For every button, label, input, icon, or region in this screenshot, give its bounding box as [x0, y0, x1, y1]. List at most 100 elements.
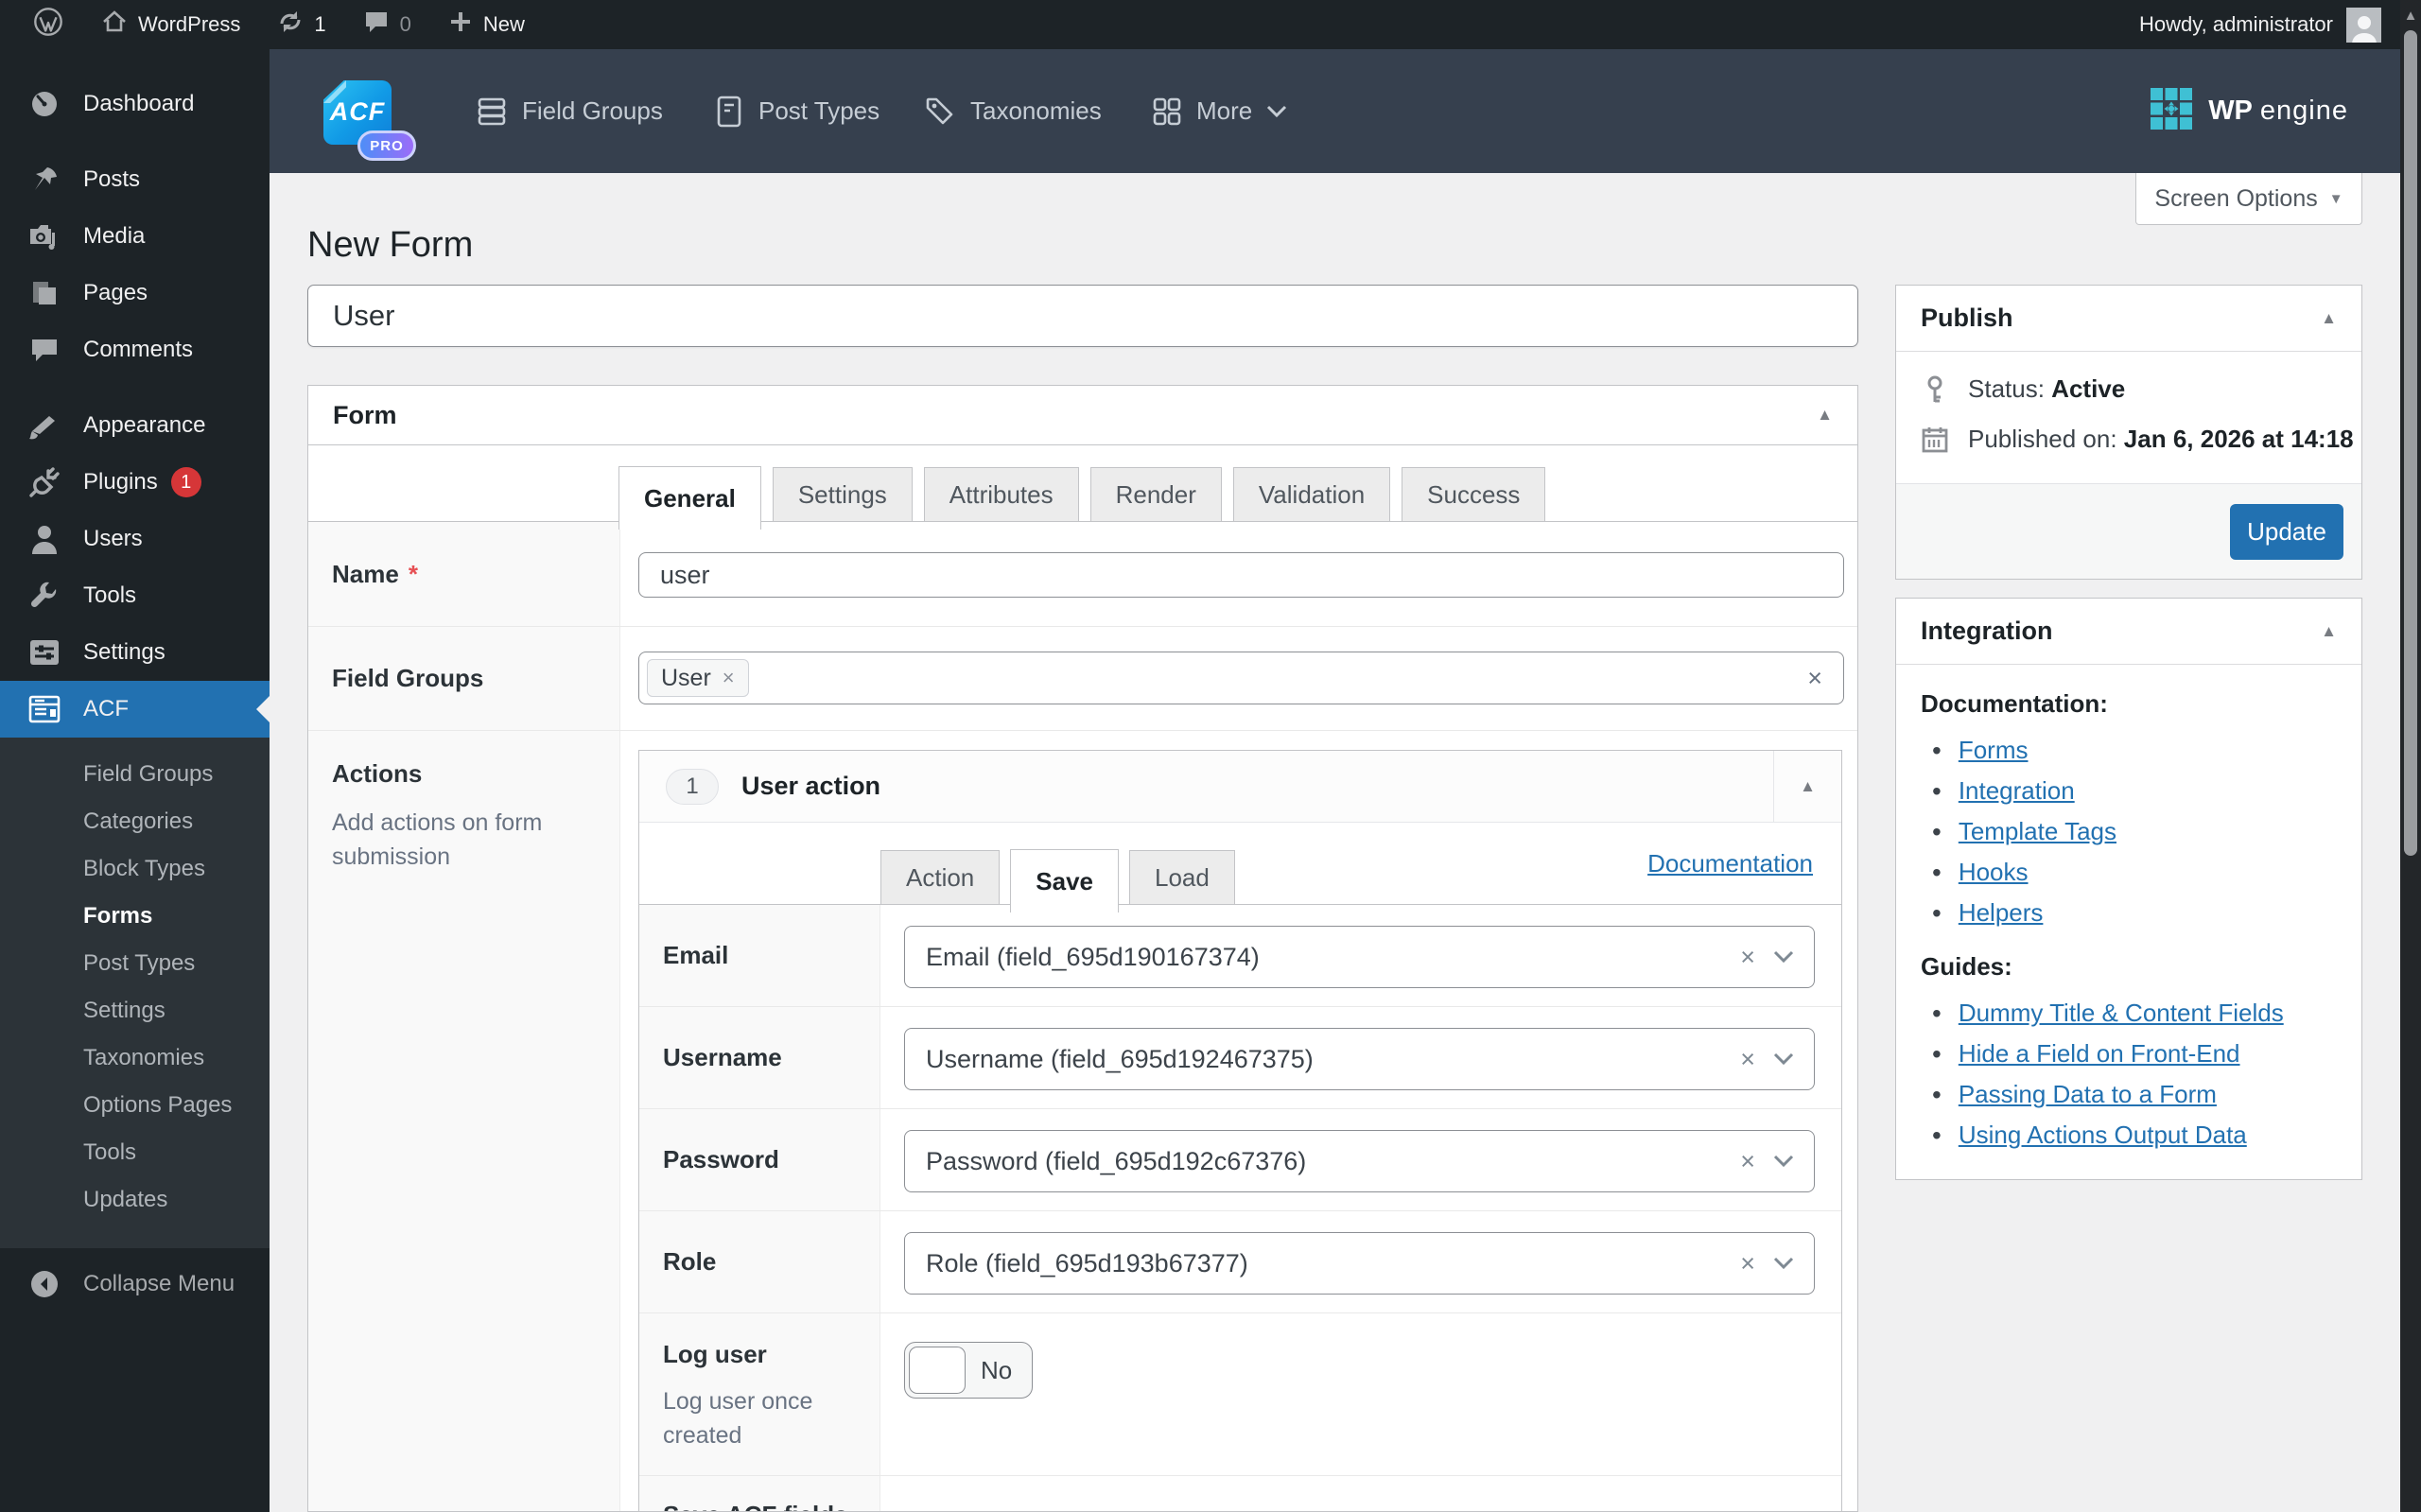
- tab-render[interactable]: Render: [1090, 467, 1222, 522]
- comments-button[interactable]: 0: [351, 0, 423, 49]
- publish-title: Publish: [1921, 304, 2321, 333]
- sidebar-item-settings[interactable]: Settings: [0, 624, 270, 681]
- doc-link-helpers[interactable]: Helpers: [1959, 898, 2044, 928]
- avatar[interactable]: [2346, 8, 2381, 43]
- doc-link-forms[interactable]: Forms: [1959, 736, 2029, 765]
- submenu-settings[interactable]: Settings: [0, 987, 270, 1034]
- tab-load[interactable]: Load: [1129, 850, 1235, 905]
- screen-options-button[interactable]: Screen Options ▼: [2135, 173, 2362, 225]
- clear-selection-icon[interactable]: ×: [1740, 1045, 1755, 1074]
- clear-selection-icon[interactable]: ×: [1740, 1147, 1755, 1176]
- form-metabox-collapse-toggle[interactable]: ▲: [1817, 406, 1833, 425]
- sidebar-item-plugins[interactable]: Plugins 1: [0, 454, 270, 511]
- sidebar-item-label: Dashboard: [83, 91, 194, 117]
- sidebar-item-users[interactable]: Users: [0, 511, 270, 567]
- nav-post-types[interactable]: Post Types: [713, 49, 880, 173]
- clear-select-icon[interactable]: ×: [1807, 664, 1822, 693]
- nav-field-groups[interactable]: Field Groups: [475, 49, 663, 173]
- sidebar-item-acf[interactable]: ACF: [0, 681, 270, 738]
- actions-description: Add actions on form submission: [332, 806, 568, 874]
- clear-selection-icon[interactable]: ×: [1740, 1249, 1755, 1278]
- guide-link-actions-output[interactable]: Using Actions Output Data: [1959, 1121, 2247, 1150]
- tab-action[interactable]: Action: [880, 850, 1000, 905]
- tab-save[interactable]: Save: [1010, 849, 1119, 912]
- required-asterisk: *: [409, 560, 418, 589]
- tab-attributes[interactable]: Attributes: [924, 467, 1079, 522]
- sidebar-item-tools[interactable]: Tools: [0, 567, 270, 624]
- updates-icon: [276, 8, 305, 42]
- submenu-tools[interactable]: Tools: [0, 1129, 270, 1176]
- tab-success[interactable]: Success: [1402, 467, 1545, 522]
- collapse-menu-button[interactable]: Collapse Menu: [0, 1258, 270, 1311]
- role-field-select[interactable]: Role (field_695d193b67377) ×: [904, 1232, 1815, 1295]
- toggle-knob: [909, 1347, 966, 1394]
- acf-logo[interactable]: ACF PRO: [323, 80, 392, 145]
- doc-link-integration[interactable]: Integration: [1959, 776, 2075, 806]
- documentation-link[interactable]: Documentation: [1647, 823, 1813, 905]
- password-field-select[interactable]: Password (field_695d192c67376) ×: [904, 1130, 1815, 1192]
- user-icon: [28, 524, 61, 554]
- email-field-select[interactable]: Email (field_695d190167374) ×: [904, 926, 1815, 988]
- nav-taxonomies[interactable]: Taxonomies: [923, 49, 1102, 173]
- action-card-header[interactable]: 1 User action ▲: [639, 751, 1841, 823]
- more-grid-icon: [1151, 96, 1183, 128]
- form-title-input[interactable]: [307, 285, 1858, 347]
- submenu-block-types[interactable]: Block Types: [0, 845, 270, 893]
- log-user-toggle[interactable]: No: [904, 1342, 1033, 1399]
- submenu-post-types[interactable]: Post Types: [0, 940, 270, 987]
- publish-collapse-toggle[interactable]: ▲: [2321, 309, 2337, 328]
- sidebar-item-label: Users: [83, 526, 143, 552]
- field-groups-select[interactable]: User × ×: [638, 652, 1844, 704]
- submenu-options-pages[interactable]: Options Pages: [0, 1082, 270, 1129]
- submenu-forms[interactable]: Forms: [0, 893, 270, 940]
- update-button[interactable]: Update: [2230, 504, 2343, 560]
- remove-tag-icon[interactable]: ×: [723, 666, 735, 690]
- sidebar-item-media[interactable]: Media: [0, 208, 270, 265]
- clear-selection-icon[interactable]: ×: [1740, 943, 1755, 972]
- tab-validation[interactable]: Validation: [1233, 467, 1390, 522]
- chevron-down-icon: [1265, 104, 1288, 119]
- site-name-button[interactable]: WordPress: [89, 0, 252, 49]
- page-scrollbar[interactable]: ▲: [2400, 0, 2421, 1512]
- integration-collapse-toggle[interactable]: ▲: [2321, 622, 2337, 641]
- guide-link-hide-field[interactable]: Hide a Field on Front-End: [1959, 1039, 2240, 1069]
- actions-label: Actions: [332, 759, 422, 788]
- list-item: •Helpers: [1932, 893, 2343, 933]
- list-item: •Hide a Field on Front-End: [1932, 1034, 2343, 1074]
- submenu-updates[interactable]: Updates: [0, 1176, 270, 1224]
- scrollbar-thumb[interactable]: [2404, 30, 2417, 856]
- sidebar-item-posts[interactable]: Posts: [0, 151, 270, 208]
- user-action-card: 1 User action ▲ Action Save Load Documen…: [638, 750, 1842, 1512]
- wpengine-logo[interactable]: WPengine: [2150, 49, 2348, 173]
- doc-link-hooks[interactable]: Hooks: [1959, 858, 2029, 887]
- howdy-label[interactable]: Howdy, administrator: [2139, 12, 2333, 37]
- scrollbar-up-button[interactable]: ▲: [2400, 8, 2421, 24]
- doc-link-template-tags[interactable]: Template Tags: [1959, 817, 2116, 846]
- wrench-icon: [28, 581, 61, 611]
- pro-badge: PRO: [357, 130, 416, 161]
- submenu-categories[interactable]: Categories: [0, 798, 270, 845]
- tab-general[interactable]: General: [618, 466, 761, 530]
- sidebar-item-comments[interactable]: Comments: [0, 322, 270, 378]
- submenu-taxonomies[interactable]: Taxonomies: [0, 1034, 270, 1082]
- tab-settings[interactable]: Settings: [773, 467, 913, 522]
- save-acf-fields-label: Save ACF fields: [663, 1501, 848, 1512]
- sidebar-item-appearance[interactable]: Appearance: [0, 397, 270, 454]
- sidebar-item-dashboard[interactable]: Dashboard: [0, 76, 270, 132]
- submenu-field-groups[interactable]: Field Groups: [0, 751, 270, 798]
- guide-links: •Dummy Title & Content Fields •Hide a Fi…: [1932, 993, 2343, 1156]
- name-input[interactable]: [638, 552, 1844, 598]
- updates-button[interactable]: 1: [265, 0, 337, 49]
- role-field-row: Role Role (field_695d193b67377) ×: [639, 1211, 1841, 1313]
- guide-link-passing-data[interactable]: Passing Data to a Form: [1959, 1080, 2217, 1109]
- guide-link-dummy-title[interactable]: Dummy Title & Content Fields: [1959, 999, 2284, 1028]
- wordpress-menu-button[interactable]: [21, 0, 76, 49]
- acf-navbar: ACF PRO Field Groups Post Types Taxonomi…: [270, 49, 2421, 173]
- new-content-button[interactable]: New: [436, 0, 536, 49]
- nav-more[interactable]: More: [1151, 49, 1288, 173]
- screen-options-caret-icon: ▼: [2329, 191, 2343, 207]
- published-text: Published on: Jan 6, 2026 at 14:18: [1968, 425, 2354, 454]
- username-field-select[interactable]: Username (field_695d192467375) ×: [904, 1028, 1815, 1090]
- sidebar-item-pages[interactable]: Pages: [0, 265, 270, 322]
- action-card-collapse-toggle[interactable]: ▲: [1773, 751, 1841, 822]
